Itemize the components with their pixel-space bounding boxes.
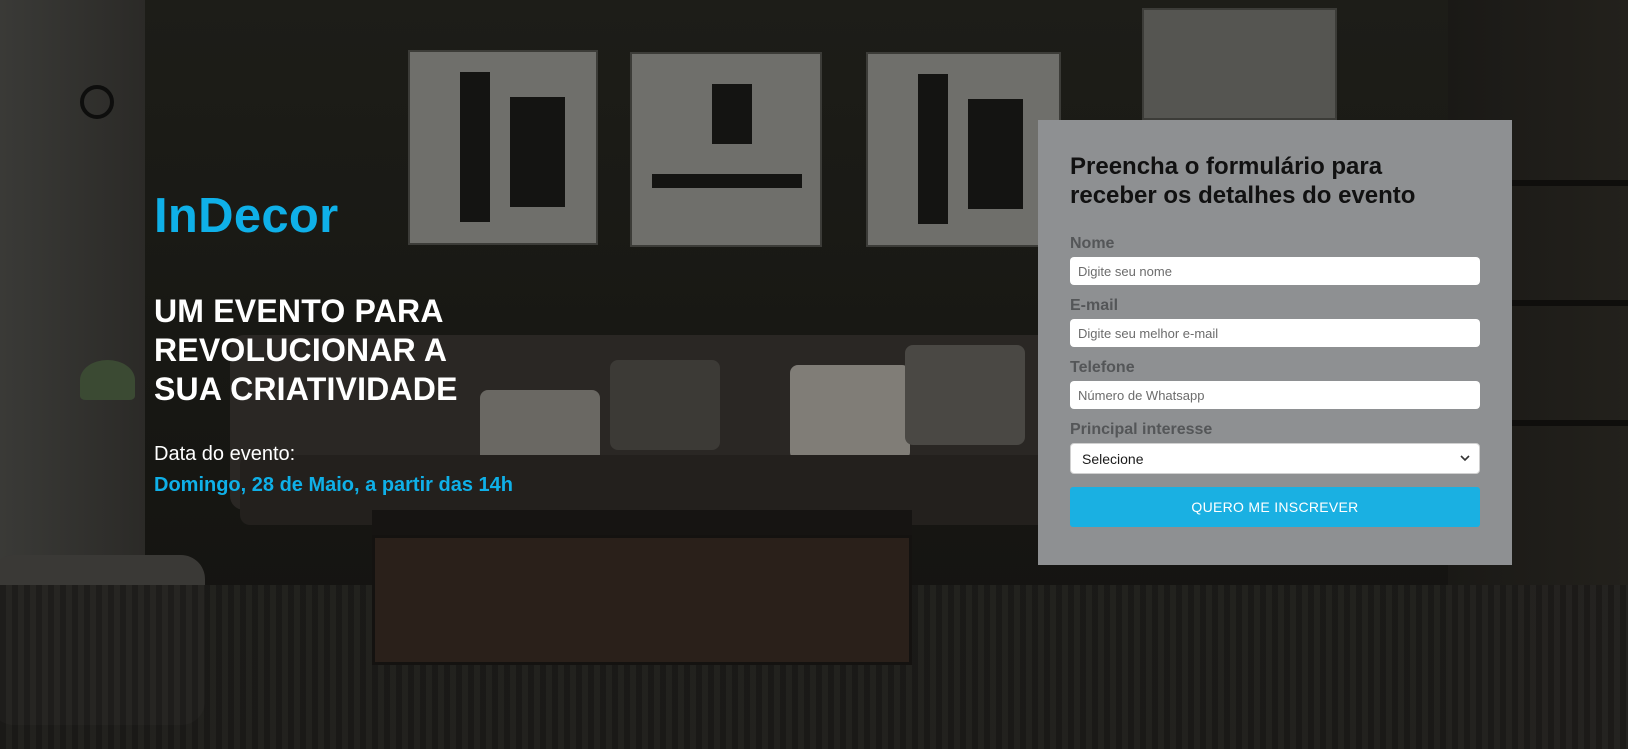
name-label: Nome — [1070, 235, 1115, 252]
name-input[interactable] — [1070, 257, 1480, 285]
plant — [80, 360, 135, 400]
wall-lamp — [80, 85, 114, 119]
hero-headline: UM EVENTO PARA REVOLUCIONAR A SUA CRIATI… — [154, 293, 458, 407]
chevron-down-icon — [1460, 455, 1470, 462]
hero-section: InDecor UM EVENTO PARA REVOLUCIONAR A SU… — [154, 188, 714, 497]
shelf — [1510, 180, 1628, 186]
phone-input[interactable] — [1070, 381, 1480, 409]
interest-select[interactable]: Selecione — [1070, 443, 1480, 474]
phone-field-group: Telefone — [1070, 358, 1480, 409]
wall-art-frame — [866, 52, 1061, 247]
name-field-group: Nome — [1070, 234, 1480, 285]
event-date-value: Domingo, 28 de Maio, a partir das 14h — [154, 474, 513, 496]
cushion — [790, 365, 910, 460]
subscribe-button[interactable]: QUERO ME INSCREVER — [1070, 487, 1480, 527]
shelf — [1510, 420, 1628, 426]
cushion — [905, 345, 1025, 445]
shelf — [1510, 300, 1628, 306]
event-date-label: Data do evento: — [154, 443, 296, 465]
interest-label: Principal interesse — [1070, 421, 1213, 438]
coffee-table — [372, 535, 912, 665]
brand-logo-text: InDecor — [154, 189, 339, 243]
email-field-group: E-mail — [1070, 296, 1480, 347]
signup-form: Preencha o formulário para receber os de… — [1038, 120, 1512, 565]
wall-panel — [0, 0, 145, 560]
form-title: Preencha o formulário para receber os de… — [1070, 153, 1416, 209]
wall-art-frame — [1142, 8, 1337, 120]
email-input[interactable] — [1070, 319, 1480, 347]
interest-field-group: Principal interesse Selecione — [1070, 420, 1480, 474]
email-label: E-mail — [1070, 297, 1119, 314]
interest-select-value: Selecione — [1082, 450, 1144, 467]
phone-label: Telefone — [1070, 359, 1135, 376]
